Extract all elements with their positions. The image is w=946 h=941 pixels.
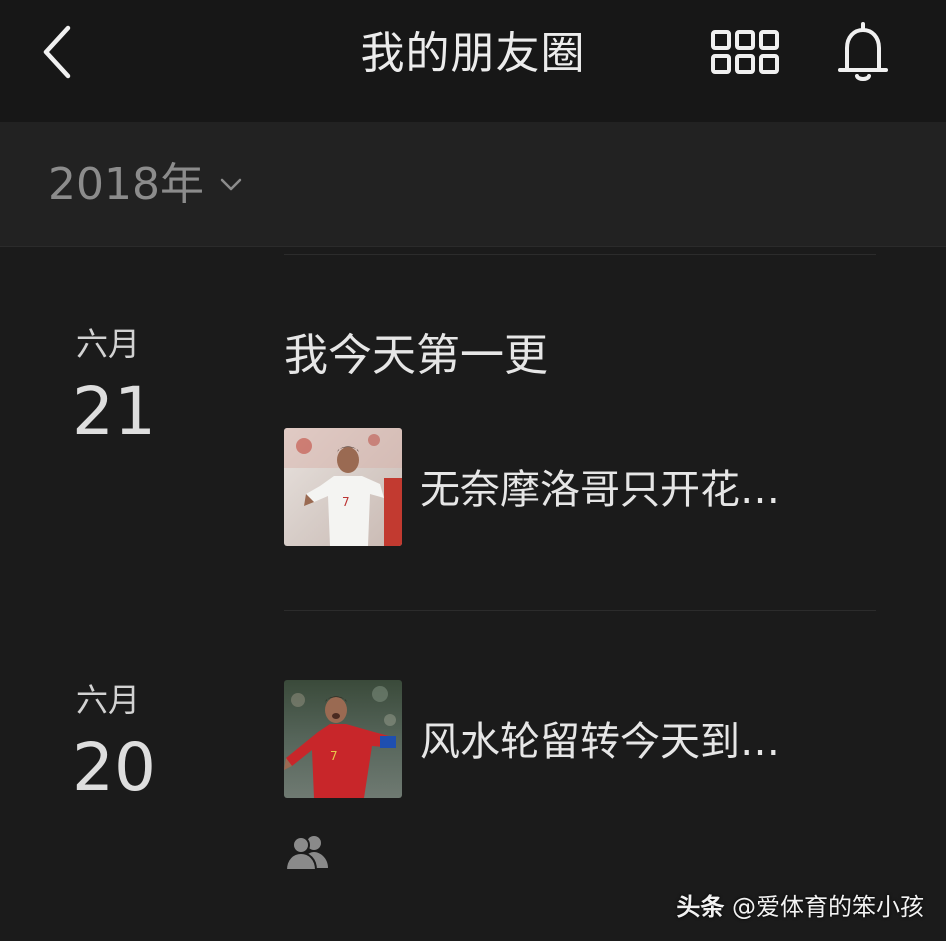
notifications-button[interactable] xyxy=(830,18,896,84)
bell-icon xyxy=(838,22,888,81)
chevron-down-icon xyxy=(220,178,242,191)
shared-link-thumbnail[interactable]: 7 xyxy=(284,680,402,798)
friends-icon xyxy=(284,832,332,872)
shared-link-title[interactable]: 无奈摩洛哥只开花… xyxy=(420,462,780,518)
grid-icon xyxy=(711,30,779,74)
watermark-brand: 头条 xyxy=(676,893,725,921)
page-title: 我的朋友圈 xyxy=(360,28,586,79)
post-text[interactable]: 我今天第一更 xyxy=(284,326,548,386)
year-selector[interactable]: 2018年 xyxy=(0,123,946,247)
svg-text:7: 7 xyxy=(330,749,338,763)
watermark-handle: @爱体育的笨小孩 xyxy=(732,893,924,921)
divider xyxy=(284,254,876,255)
entry-day: 20 xyxy=(72,729,156,806)
svg-text:7: 7 xyxy=(342,495,350,509)
top-nav-bar: 我的朋友圈 xyxy=(0,0,946,123)
watermark: 头条 @爱体育的笨小孩 xyxy=(676,890,924,924)
grid-view-button[interactable] xyxy=(708,22,784,82)
shared-link-thumbnail[interactable]: 7 xyxy=(284,428,402,546)
divider xyxy=(284,610,876,611)
moments-page: 我的朋友圈 2018年 六月 21 我今天第一更 7 无奈摩洛哥只开花… 六月 … xyxy=(0,0,946,941)
player-photo-thumbnail: 7 xyxy=(284,428,402,546)
player-photo-thumbnail: 7 xyxy=(284,680,402,798)
entry-month: 六月 xyxy=(76,325,141,363)
shared-link-title[interactable]: 风水轮留转今天到… xyxy=(420,714,780,770)
year-label: 2018年 xyxy=(48,159,204,210)
entry-day: 21 xyxy=(72,373,156,450)
entry-month: 六月 xyxy=(76,681,141,719)
